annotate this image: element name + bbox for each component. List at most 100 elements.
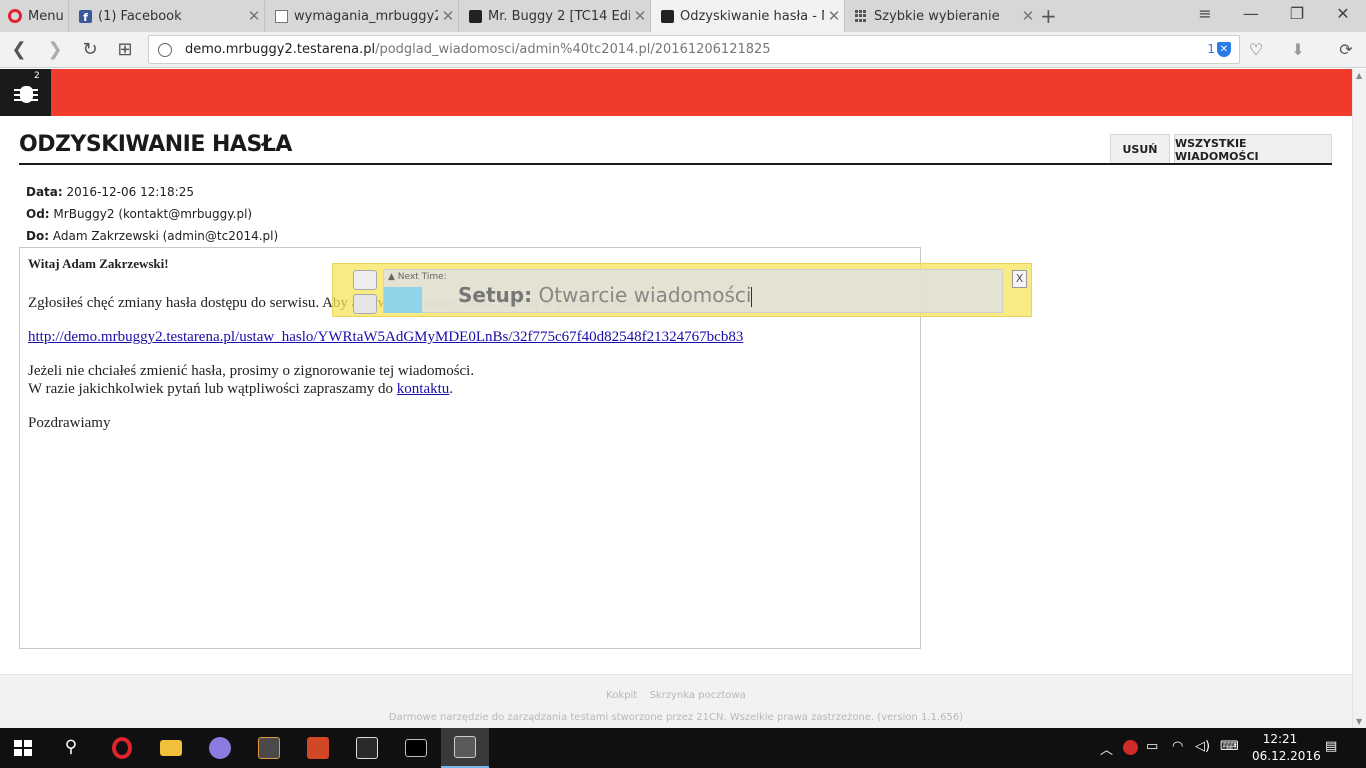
tray-wifi-icon[interactable]: ◠: [1172, 739, 1183, 754]
menu-label: Menu: [28, 8, 64, 24]
meta-to-value: Adam Zakrzewski (admin@tc2014.pl): [52, 229, 279, 243]
cat-app-icon: [209, 737, 231, 759]
close-window-icon[interactable]: ✕: [1328, 4, 1358, 23]
taskbar-active-app[interactable]: [441, 728, 489, 768]
opera-menu-button[interactable]: Menu: [0, 0, 66, 32]
restore-icon[interactable]: ❐: [1282, 4, 1312, 23]
download-icon[interactable]: ⬇: [1285, 38, 1311, 62]
document-icon: [275, 9, 288, 23]
tab-title: Szybkie wybieranie: [874, 8, 1000, 24]
opera-logo-icon: [8, 9, 22, 23]
footer-copyright: Darmowe narzędzie do zarządzania testami…: [388, 712, 964, 723]
message-greeting: Witaj Adam Zakrzewski!: [28, 256, 169, 271]
logo-superscript: 2: [34, 71, 40, 81]
tray-battery-icon[interactable]: ▭: [1146, 739, 1158, 754]
url-host: demo.mrbuggy2.testarena.pl: [185, 42, 376, 57]
camera-icon[interactable]: [353, 270, 377, 290]
reload-icon[interactable]: ↻: [77, 38, 103, 62]
opera-icon: [112, 737, 132, 759]
tray-mega-icon[interactable]: [1123, 740, 1138, 755]
setup-panel: ▲ Next Time: Setup: Otwarcie wiadomości: [383, 269, 1003, 313]
setup-label: Setup:: [458, 283, 533, 307]
message-reset-link-wrap: http://demo.mrbuggy2.testarena.pl/ustaw_…: [28, 329, 743, 346]
page-scrollbar[interactable]: ▲ ▼: [1352, 69, 1366, 728]
scroll-down-icon[interactable]: ▼: [1356, 717, 1362, 726]
footer-link-kokpit[interactable]: Kokpit: [606, 690, 637, 701]
photos-icon: [356, 737, 378, 759]
taskbar-powerpoint[interactable]: [294, 728, 342, 768]
back-icon[interactable]: ❮: [6, 38, 32, 62]
terminal-icon: [405, 739, 427, 757]
taskbar-sublime[interactable]: [245, 728, 293, 768]
adblock-shield-icon[interactable]: ✕: [1217, 42, 1231, 57]
footer-link-mailbox[interactable]: Skrzynka pocztowa: [650, 690, 746, 701]
adblock-count: 1: [1207, 42, 1215, 56]
close-tab-icon[interactable]: ✕: [1018, 7, 1038, 25]
tray-keyboard-icon[interactable]: ⌨: [1220, 739, 1239, 754]
close-tab-icon[interactable]: ✕: [244, 7, 264, 25]
new-tab-icon[interactable]: +: [1040, 4, 1057, 28]
speed-dial-icon: [855, 9, 868, 23]
windows-start-icon[interactable]: [14, 740, 32, 756]
tab-title: (1) Facebook: [98, 8, 182, 24]
scroll-up-icon[interactable]: ▲: [1356, 71, 1362, 80]
all-messages-button[interactable]: WSZYSTKIE WIADOMOŚCI: [1174, 134, 1332, 165]
message-line3-prefix: W razie jakichkolwiek pytań lub wątpliwo…: [28, 381, 397, 397]
meta-date-label: Data:: [26, 185, 63, 199]
clock-date: 06.12.2016: [1252, 749, 1321, 763]
sublime-icon: [258, 737, 280, 759]
camera-secondary-icon[interactable]: [353, 294, 377, 314]
bug-icon: [469, 9, 482, 23]
forward-icon[interactable]: ❯: [42, 38, 68, 62]
taskbar-clock[interactable]: 12:21 06.12.2016: [1252, 731, 1321, 765]
meta-from-label: Od:: [26, 207, 50, 221]
globe-icon: [158, 43, 172, 57]
bookmark-heart-icon[interactable]: ♡: [1243, 38, 1269, 62]
meta-from: Od: MrBuggy2 (kontakt@mrbuggy.pl): [26, 207, 252, 221]
message-line2: Jeżeli nie chciałeś zmienić hasła, prosi…: [28, 363, 475, 379]
setup-text[interactable]: Setup: Otwarcie wiadomości: [458, 283, 753, 307]
tab-pdf[interactable]: wymagania_mrbuggy2.pdf ✕: [264, 0, 458, 32]
tab-facebook[interactable]: f (1) Facebook ✕: [68, 0, 264, 32]
site-header-bar: [0, 69, 1352, 116]
tray-chevron-icon[interactable]: ︿: [1100, 739, 1113, 758]
tab-mrbuggy[interactable]: Mr. Buggy 2 [TC14 Edition] ✕: [458, 0, 650, 32]
footer-links: Kokpit Skrzynka pocztowa: [0, 690, 1352, 701]
taskbar-explorer[interactable]: [147, 728, 195, 768]
taskbar-photos[interactable]: [343, 728, 391, 768]
url-path: /podglad_wiadomosci/admin%40tc2014.pl/20…: [375, 42, 771, 57]
url-text[interactable]: demo.mrbuggy2.testarena.pl/podglad_wiado…: [185, 42, 771, 57]
contact-link[interactable]: kontaktu: [397, 381, 450, 397]
message-closing: Pozdrawiamy: [28, 415, 111, 431]
clock-time: 12:21: [1262, 732, 1298, 746]
speed-dial-grid-icon[interactable]: ⊞: [112, 38, 138, 62]
browser-tab-bar: Menu f (1) Facebook ✕ wymagania_mrbuggy2…: [0, 0, 1366, 32]
taskbar-opera[interactable]: [98, 728, 146, 768]
overlay-close-button[interactable]: X: [1012, 270, 1027, 288]
tab-menu-icon[interactable]: ≡: [1190, 4, 1220, 23]
tab-title: wymagania_mrbuggy2.pdf: [294, 8, 438, 24]
message-line3: W razie jakichkolwiek pytań lub wątpliwo…: [28, 381, 453, 398]
tab-speed-dial[interactable]: Szybkie wybieranie ✕: [844, 0, 1038, 32]
mrbuggy-logo[interactable]: [0, 69, 51, 116]
tray-volume-icon[interactable]: ◁): [1195, 739, 1210, 754]
update-icon[interactable]: ⟳: [1333, 38, 1359, 62]
action-center-icon[interactable]: ▤: [1325, 739, 1337, 754]
address-toolbar: ❮ ❯ ↻ ⊞ demo.mrbuggy2.testarena.pl/podgl…: [0, 32, 1366, 68]
message-line3-suffix: .: [449, 381, 454, 397]
powerpoint-icon: [307, 737, 329, 759]
close-tab-icon[interactable]: ✕: [630, 7, 650, 25]
reset-password-link[interactable]: http://demo.mrbuggy2.testarena.pl/ustaw_…: [28, 329, 743, 345]
tab-odzyskiwanie[interactable]: Odzyskiwanie hasła - Mr. B ✕: [650, 0, 844, 32]
taskbar-terminal[interactable]: [392, 728, 440, 768]
bug-icon: [661, 9, 674, 23]
search-icon[interactable]: ⚲: [60, 737, 82, 759]
close-tab-icon[interactable]: ✕: [824, 7, 844, 25]
minimize-icon[interactable]: —: [1236, 4, 1266, 23]
close-tab-icon[interactable]: ✕: [438, 7, 458, 25]
delete-button[interactable]: USUŃ: [1110, 134, 1170, 165]
setup-overlay: ▲ Next Time: Setup: Otwarcie wiadomości …: [332, 263, 1032, 317]
taskbar-app-cat[interactable]: [196, 728, 244, 768]
url-field[interactable]: demo.mrbuggy2.testarena.pl/podglad_wiado…: [148, 35, 1240, 64]
tab-title: Mr. Buggy 2 [TC14 Edition]: [488, 8, 630, 24]
